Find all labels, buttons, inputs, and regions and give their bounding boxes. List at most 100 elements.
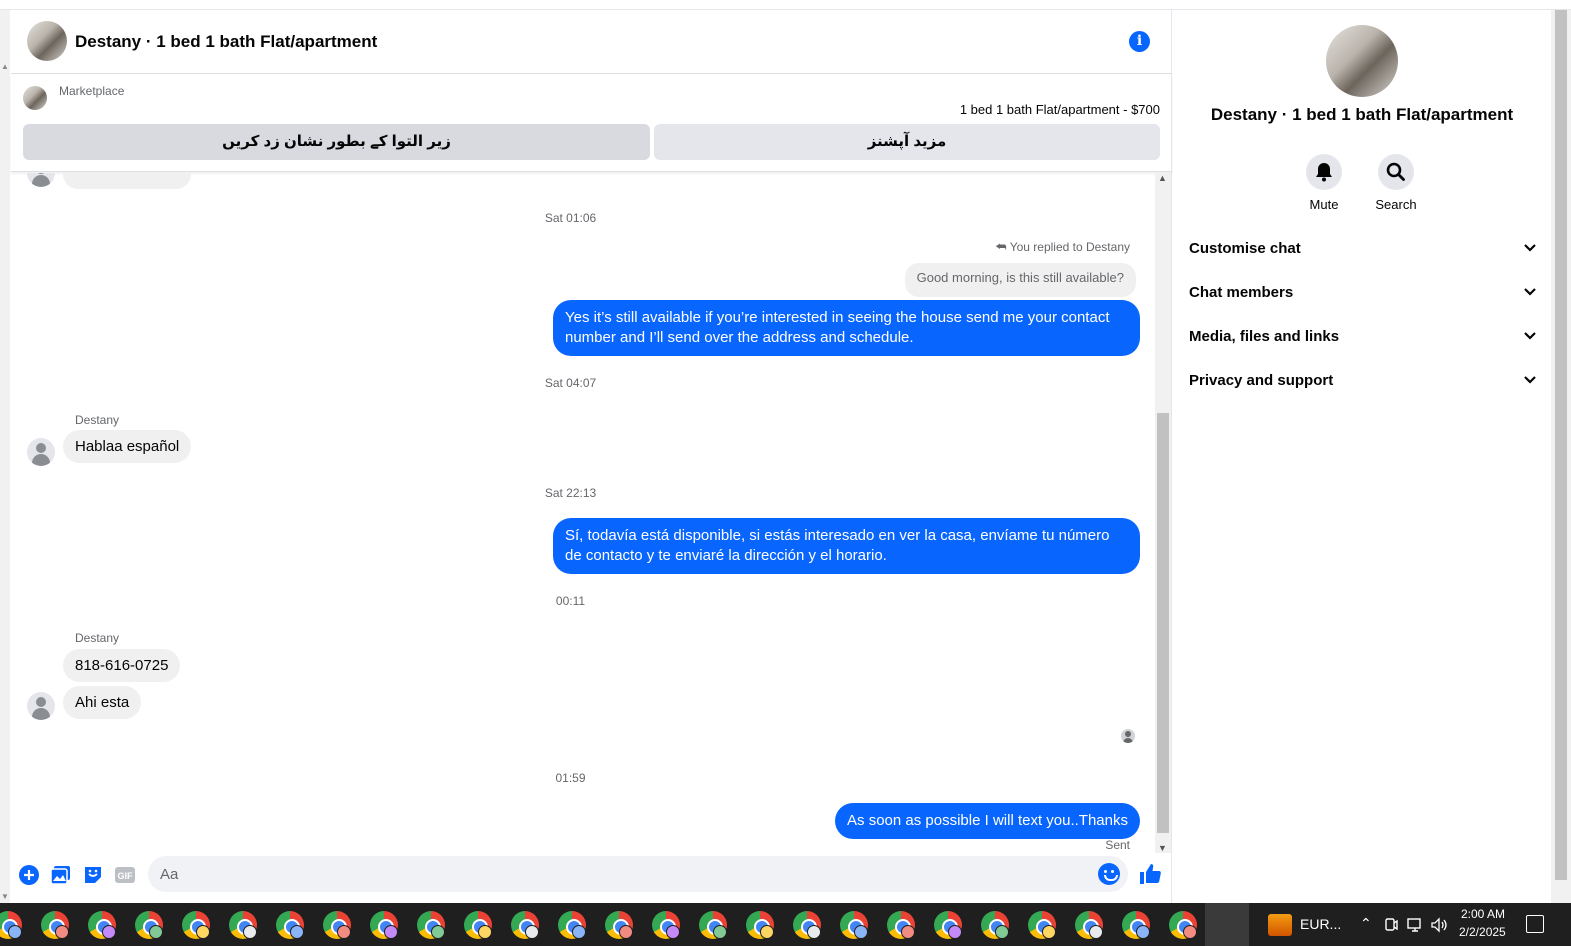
emoji-icon[interactable]: [1098, 863, 1120, 885]
section-media-files-links[interactable]: Media, files and links: [1189, 316, 1541, 360]
outgoing-message[interactable]: Yes it’s still available if you’re inter…: [553, 300, 1140, 356]
chrome-profile-icon[interactable]: [370, 911, 398, 939]
chrome-profile-icon[interactable]: [417, 911, 445, 939]
more-options-button[interactable]: مزید آپشنز: [654, 124, 1160, 160]
mute-button[interactable]: Mute: [1294, 154, 1354, 212]
outgoing-message[interactable]: As soon as possible I will text you..Tha…: [835, 803, 1140, 839]
reply-icon: ⮪: [995, 240, 1007, 254]
incoming-message[interactable]: Ahi esta: [63, 686, 142, 719]
profile-badge-icon: [760, 925, 774, 939]
chevron-up-icon[interactable]: ⌃: [1360, 915, 1372, 932]
chrome-profile-icon[interactable]: [0, 911, 22, 939]
incoming-message[interactable]: Hablaa español: [63, 430, 192, 463]
profile-badge-icon: [243, 925, 257, 939]
message-input[interactable]: [160, 856, 1080, 892]
quoted-message[interactable]: Good morning, is this still available?: [904, 263, 1136, 297]
profile-badge-icon: [854, 925, 868, 939]
sender-avatar[interactable]: [27, 692, 55, 720]
page-scrollbar[interactable]: [1551, 10, 1571, 903]
search-button[interactable]: Search: [1366, 154, 1426, 212]
profile-badge-icon: [525, 925, 539, 939]
chrome-profile-icon[interactable]: [276, 911, 304, 939]
listing-avatar-large[interactable]: [1326, 25, 1398, 97]
chrome-profile-icon[interactable]: [558, 911, 586, 939]
profile-badge-icon: [901, 925, 915, 939]
chrome-profile-icon[interactable]: [229, 911, 257, 939]
chat-title[interactable]: Destany · 1 bed 1 bath Flat/apartment: [75, 32, 377, 52]
network-icon[interactable]: [1407, 917, 1425, 933]
message-input-container[interactable]: [148, 856, 1128, 892]
section-privacy-support[interactable]: Privacy and support: [1189, 360, 1541, 404]
volume-icon[interactable]: [1430, 917, 1448, 933]
mark-pending-button[interactable]: زیر التوا کے بطور نشان زد کریں: [23, 124, 650, 160]
chrome-profile-icon[interactable]: [323, 911, 351, 939]
app-stack-icon[interactable]: [1268, 914, 1292, 936]
chrome-profile-icon[interactable]: [1169, 911, 1197, 939]
listing-title[interactable]: 1 bed 1 bath Flat/apartment - $700: [960, 102, 1160, 117]
chrome-profile-icon[interactable]: [981, 911, 1009, 939]
scroll-up-icon[interactable]: ▲: [1158, 173, 1167, 183]
active-app-highlight: [1205, 903, 1249, 946]
chrome-profile-icon[interactable]: [652, 911, 680, 939]
sender-avatar[interactable]: [27, 438, 55, 466]
outgoing-message[interactable]: Sí, todavía está disponible, si estás in…: [553, 518, 1140, 574]
chrome-profile-icon[interactable]: [88, 911, 116, 939]
listing-avatar[interactable]: [27, 21, 67, 61]
chrome-profile-icon[interactable]: [182, 911, 210, 939]
marketplace-label: Marketplace: [59, 84, 125, 98]
clock-time[interactable]: 2:00 AM: [1461, 907, 1505, 921]
profile-badge-icon: [196, 925, 210, 939]
plus-icon[interactable]: [18, 864, 40, 886]
section-customise-chat[interactable]: Customise chat: [1189, 228, 1541, 272]
scroll-up-icon[interactable]: ▲: [1, 62, 9, 71]
chrome-profile-icon[interactable]: [1075, 911, 1103, 939]
search-icon[interactable]: [1378, 154, 1414, 190]
sender-avatar[interactable]: [27, 173, 55, 187]
thread-scrollbar[interactable]: ▲ ▼: [1155, 173, 1171, 853]
chrome-profile-icon[interactable]: [746, 911, 774, 939]
chrome-profile-icon[interactable]: [1122, 911, 1150, 939]
chrome-profile-icon[interactable]: [699, 911, 727, 939]
svg-text:GIF: GIF: [118, 871, 134, 881]
chevron-down-icon: [1524, 244, 1536, 252]
chevron-down-icon: [1524, 288, 1536, 296]
scrollbar-thumb[interactable]: [1157, 413, 1169, 833]
message-thread: Sat 01:06 ⮪ You replied to Destany Good …: [11, 173, 1156, 853]
clock-date[interactable]: 2/2/2025: [1459, 925, 1506, 939]
section-chat-members[interactable]: Chat members: [1189, 272, 1541, 316]
incoming-message[interactable]: 818-616-0725: [63, 649, 181, 682]
sticker-icon[interactable]: [82, 864, 104, 886]
bell-icon[interactable]: [1306, 154, 1342, 190]
profile-badge-icon: [337, 925, 351, 939]
chrome-profile-icon[interactable]: [934, 911, 962, 939]
profile-badge-icon: [807, 925, 821, 939]
timestamp: 00:11: [555, 594, 586, 608]
profile-badge-icon: [995, 925, 1009, 939]
chrome-profile-icon[interactable]: [793, 911, 821, 939]
notification-icon[interactable]: [1526, 915, 1544, 933]
timestamp: Sat 01:06: [544, 211, 597, 225]
tray-app-label[interactable]: EUR...: [1300, 916, 1341, 932]
left-scrollbar[interactable]: ▲ ▼: [0, 10, 10, 903]
chrome-profile-icon[interactable]: [887, 911, 915, 939]
chevron-down-icon: [1524, 332, 1536, 340]
like-icon[interactable]: [1138, 862, 1162, 886]
section-label: Chat members: [1189, 284, 1294, 301]
scroll-down-icon[interactable]: ▼: [1, 892, 9, 901]
scrollbar-thumb[interactable]: [1555, 10, 1567, 880]
meet-now-icon[interactable]: [1384, 917, 1398, 933]
chrome-profile-icon[interactable]: [605, 911, 633, 939]
chrome-profile-icon[interactable]: [41, 911, 69, 939]
gif-icon[interactable]: GIF: [114, 864, 136, 886]
sent-status: Sent: [1105, 838, 1130, 852]
chrome-profile-icon[interactable]: [135, 911, 163, 939]
photo-icon[interactable]: [50, 864, 72, 886]
window-top-strip: [0, 0, 1571, 10]
scroll-down-icon[interactable]: ▼: [1158, 843, 1167, 853]
profile-badge-icon: [55, 925, 69, 939]
chrome-profile-icon[interactable]: [464, 911, 492, 939]
chrome-profile-icon[interactable]: [511, 911, 539, 939]
chrome-profile-icon[interactable]: [840, 911, 868, 939]
chrome-profile-icon[interactable]: [1028, 911, 1056, 939]
info-icon[interactable]: i: [1129, 31, 1150, 52]
